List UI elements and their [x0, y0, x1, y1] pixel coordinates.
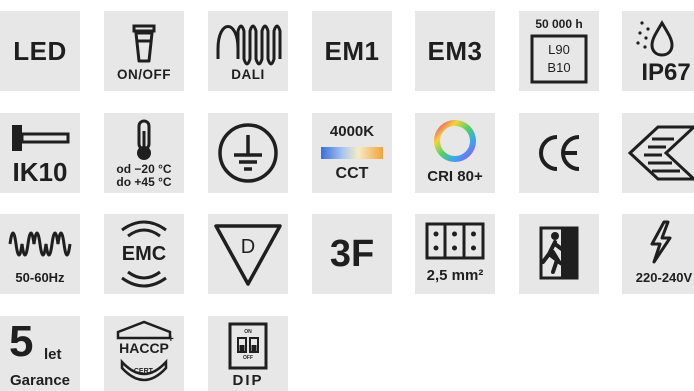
voltage-label: 220-240V — [635, 270, 693, 285]
cri-tile: CRI 80+ — [415, 113, 495, 193]
onoff-label: ON/OFF — [117, 67, 171, 82]
ip67-tile: IP67 — [622, 11, 694, 91]
freq-label: 50-60Hz — [15, 270, 65, 285]
dip-off-label: OFF — [243, 355, 253, 361]
terminal-tile: 2,5 mm² — [415, 214, 495, 294]
lifetime-tile: 50 000 h L90 B10 — [519, 11, 599, 91]
ground-tile — [208, 113, 288, 193]
led-label: LED — [13, 36, 67, 66]
ip67-label: IP67 — [641, 59, 691, 86]
emergency-exit-icon — [539, 226, 579, 280]
ce-mark-icon — [539, 135, 580, 171]
ground-icon — [218, 123, 278, 183]
enec-tile — [622, 113, 694, 193]
freq-tile: 50-60Hz — [0, 214, 80, 294]
onoff-tile: ON/OFF — [104, 11, 184, 91]
em3-tile: EM3 — [415, 11, 495, 91]
lifetime-l90: L90 — [548, 42, 570, 57]
dali-label: DALI — [231, 67, 265, 82]
ce-tile — [519, 113, 599, 193]
3f-label: 3F — [329, 233, 375, 275]
cri-label: CRI 80+ — [427, 168, 483, 185]
em1-tile: EM1 — [312, 11, 392, 91]
em3-label: EM3 — [427, 36, 483, 66]
warranty-unit: let — [44, 346, 62, 363]
3f-tile: 3F — [312, 214, 392, 294]
ik10-label: IK10 — [12, 157, 68, 187]
d-mark-label: D — [240, 236, 256, 258]
emc-tile: EMC — [104, 214, 184, 294]
emc-label: EMC — [121, 243, 167, 265]
exit-tile — [519, 214, 599, 294]
temp-line2: do +45 °C — [116, 175, 172, 189]
enec-mark-icon — [627, 125, 694, 181]
led-tile: LED — [0, 11, 80, 91]
voltage-tile: 220-240V — [622, 214, 694, 294]
dali-tile: DALI — [208, 11, 288, 91]
d-mark-tile: D — [208, 214, 288, 294]
em1-label: EM1 — [324, 36, 380, 66]
cct-label: CCT — [335, 165, 369, 182]
ik10-tile: IK10 — [0, 113, 80, 193]
warranty-number: 5 — [9, 317, 34, 366]
dip-label: DIP — [232, 372, 264, 389]
warranty-label: Garance — [9, 372, 71, 389]
lifetime-b10: B10 — [547, 60, 571, 75]
terminal-label: 2,5 mm² — [426, 267, 484, 284]
cct-tile: 4000K CCT — [312, 113, 392, 193]
haccp-tile: HACCP + CERT. — [104, 316, 184, 391]
dip-on-label: ON — [244, 329, 252, 335]
haccp-plus: + — [168, 334, 174, 345]
temp-tile: od −20 °C do +45 °C — [104, 113, 184, 193]
dip-tile: ON OFF DIP — [208, 316, 288, 391]
warranty-tile: 5 let Garance — [0, 316, 80, 391]
haccp-cert: CERT. — [133, 368, 155, 375]
